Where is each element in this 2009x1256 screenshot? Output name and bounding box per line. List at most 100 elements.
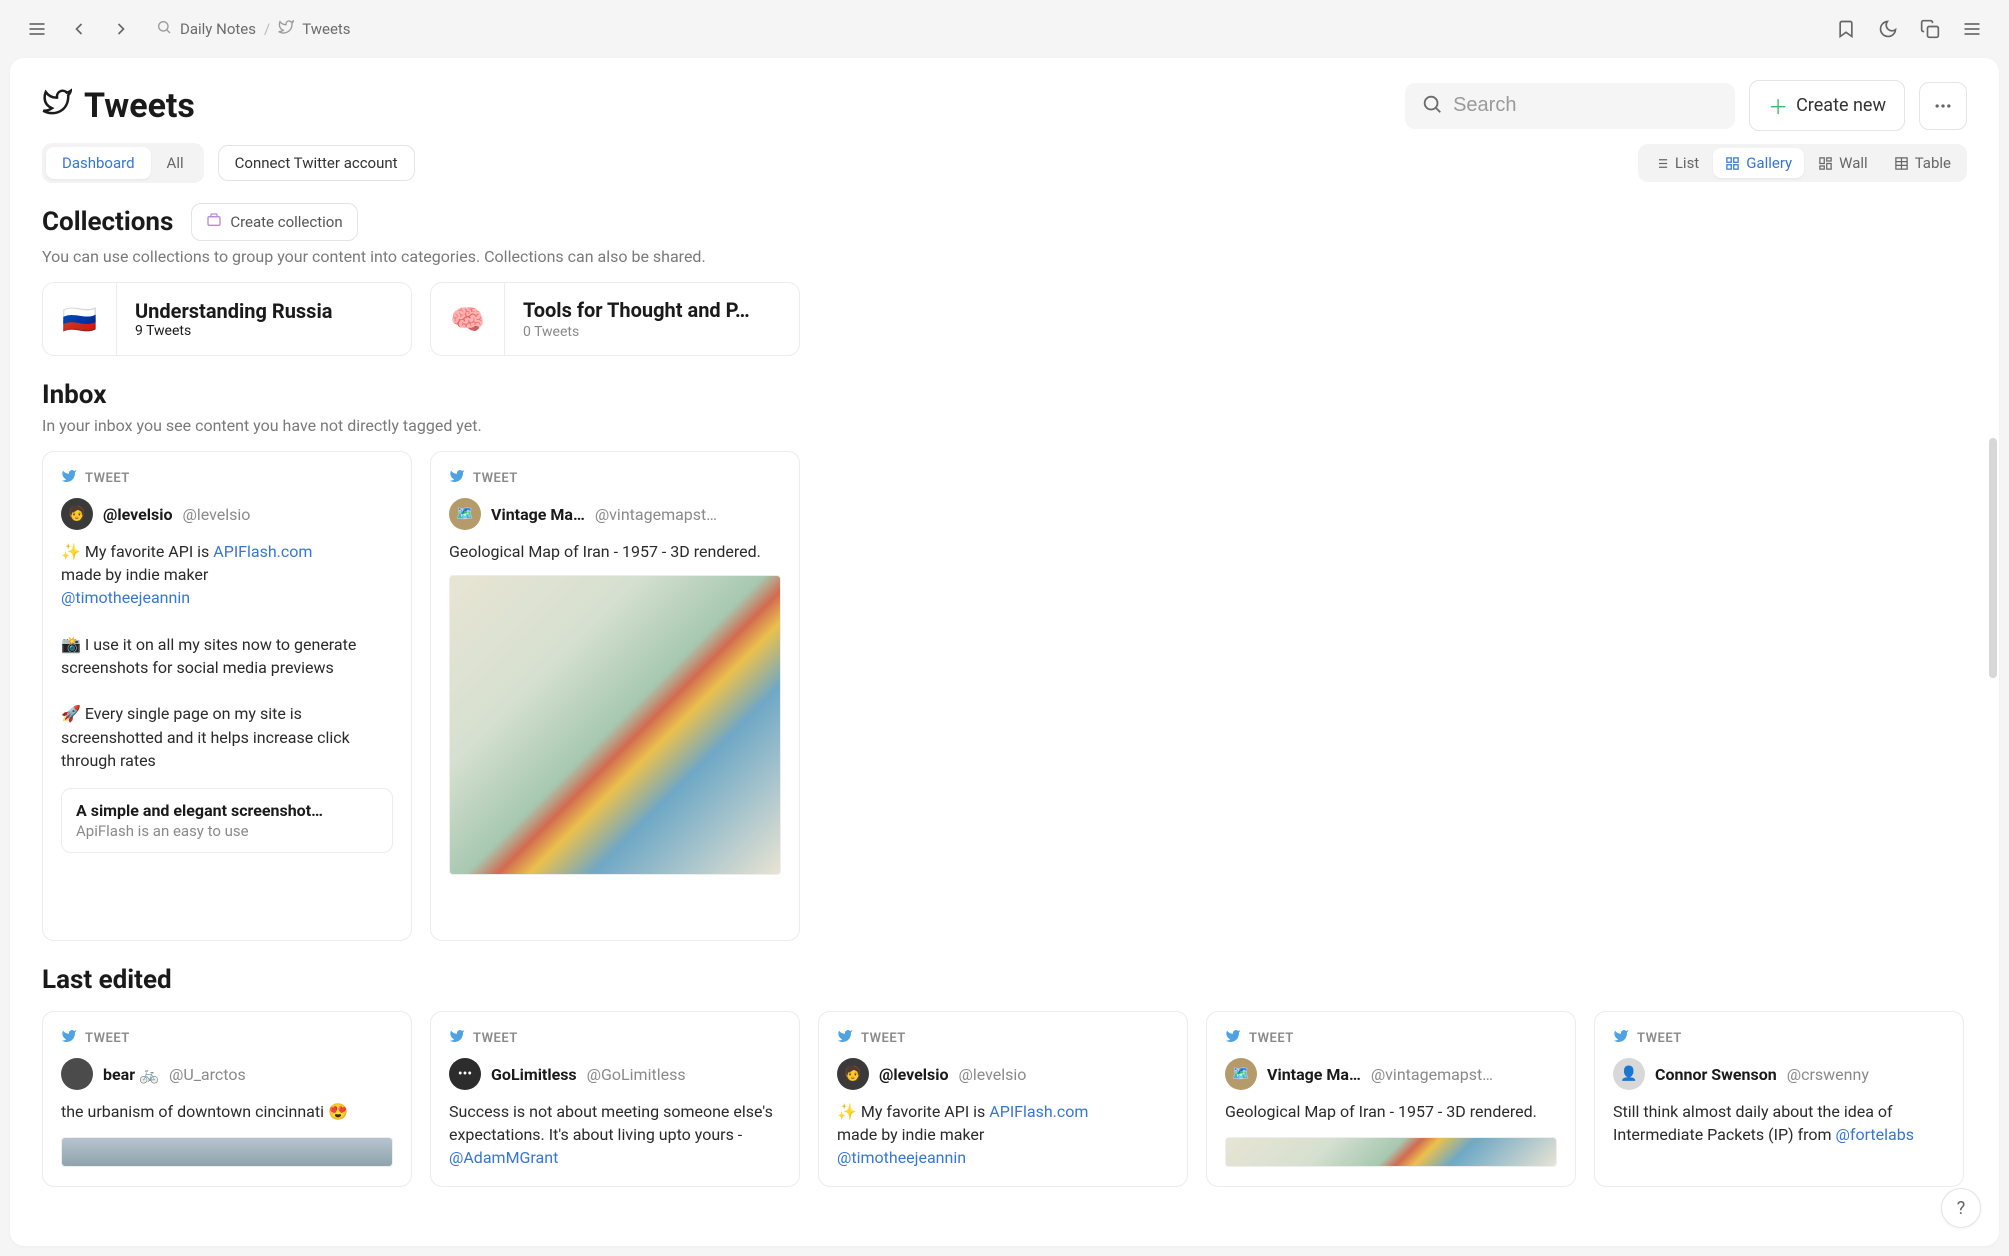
- tweet-link[interactable]: @timotheejeannin: [837, 1148, 966, 1167]
- last-edited-title: Last edited: [42, 965, 172, 995]
- back-icon[interactable]: [62, 12, 96, 46]
- tweet-body: Success is not about meeting someone els…: [449, 1100, 781, 1170]
- create-new-label: Create new: [1796, 95, 1886, 116]
- tweet-link[interactable]: @fortelabs: [1836, 1125, 1914, 1144]
- tweet-body: the urbanism of downtown cincinnati 😍: [61, 1100, 393, 1123]
- create-collection-label: Create collection: [230, 213, 342, 231]
- forward-icon[interactable]: [104, 12, 138, 46]
- menu-icon[interactable]: [20, 12, 54, 46]
- collection-count: 0 Tweets: [523, 324, 750, 340]
- card-type-label: TWEET: [85, 471, 130, 486]
- connect-twitter-button[interactable]: Connect Twitter account: [218, 145, 415, 181]
- copy-icon[interactable]: [1913, 12, 1947, 46]
- bookmark-icon[interactable]: [1829, 12, 1863, 46]
- collection-card[interactable]: 🧠 Tools for Thought and P… 0 Tweets: [430, 282, 800, 356]
- twitter-icon: [1613, 1028, 1629, 1048]
- user-name: @levelsio: [103, 505, 172, 524]
- twitter-icon: [61, 1028, 77, 1048]
- search-input[interactable]: [1453, 94, 1719, 117]
- collection-title: Understanding Russia: [135, 299, 332, 323]
- create-new-button[interactable]: ＋ Create new: [1749, 80, 1905, 131]
- twitter-icon: [61, 468, 77, 488]
- user-name: Vintage Ma…: [1267, 1065, 1361, 1084]
- card-type-label: TWEET: [1637, 1031, 1682, 1046]
- tweet-image: [61, 1137, 393, 1167]
- card-type-label: TWEET: [473, 471, 518, 486]
- inbox-subtitle: In your inbox you see content you have n…: [42, 416, 1967, 435]
- create-collection-button[interactable]: Create collection: [191, 203, 357, 241]
- twitter-icon: [837, 1028, 853, 1048]
- tweet-body: Geological Map of Iran - 1957 - 3D rende…: [449, 540, 781, 563]
- user-handle: @crswenny: [1787, 1065, 1869, 1084]
- user-handle: @GoLimitless: [587, 1065, 686, 1084]
- collection-count: 9 Tweets: [135, 323, 332, 339]
- avatar: 🧑: [837, 1058, 869, 1090]
- breadcrumb-current: Tweets: [302, 20, 350, 38]
- avatar: 👤: [1613, 1058, 1645, 1090]
- collection-title: Tools for Thought and P…: [523, 298, 750, 322]
- tweet-card[interactable]: TWEET 🧑 @levelsio @levelsio ✨ My favorite …: [818, 1011, 1188, 1187]
- tweet-link[interactable]: @timotheejeannin: [61, 588, 190, 607]
- view-wall-label: Wall: [1839, 154, 1868, 172]
- scrollbar[interactable]: [1989, 438, 1997, 678]
- twitter-icon: [278, 19, 294, 39]
- tweet-link[interactable]: APIFlash.com: [989, 1102, 1088, 1121]
- inbox-title: Inbox: [42, 380, 106, 410]
- view-gallery-label: Gallery: [1746, 154, 1792, 172]
- card-type-label: TWEET: [473, 1031, 518, 1046]
- twitter-icon: [1225, 1028, 1241, 1048]
- user-name: Vintage Ma…: [491, 505, 585, 524]
- user-handle: @levelsio: [182, 505, 250, 524]
- tweet-link[interactable]: APIFlash.com: [213, 542, 312, 561]
- tab-dashboard[interactable]: Dashboard: [46, 147, 151, 179]
- card-type-label: TWEET: [1249, 1031, 1294, 1046]
- options-icon[interactable]: [1955, 12, 1989, 46]
- user-handle: @U_arctos: [169, 1065, 246, 1084]
- tweet-body: ✨ My favorite API is APIFlash.commade by…: [837, 1100, 1169, 1170]
- more-button[interactable]: [1919, 82, 1967, 130]
- collection-emoji: 🇷🇺: [43, 283, 117, 355]
- collection-icon: [206, 212, 222, 232]
- page-title: Tweets: [84, 86, 195, 126]
- user-name: bear 🚲: [103, 1065, 159, 1084]
- avatar: 🗺️: [1225, 1058, 1257, 1090]
- tweet-link[interactable]: @AdamMGrant: [449, 1148, 558, 1167]
- dark-mode-icon[interactable]: [1871, 12, 1905, 46]
- avatar: [61, 1058, 93, 1090]
- user-handle: @vintagemapst…: [1371, 1065, 1493, 1084]
- collections-title: Collections: [42, 207, 173, 237]
- card-type-label: TWEET: [85, 1031, 130, 1046]
- avatar: 🗺️: [449, 498, 481, 530]
- tweet-card[interactable]: TWEET bear 🚲 @U_arctos the urbanism of do…: [42, 1011, 412, 1187]
- twitter-icon: [449, 1028, 465, 1048]
- collection-card[interactable]: 🇷🇺 Understanding Russia 9 Tweets: [42, 282, 412, 356]
- tweet-card[interactable]: TWEET 🗺️ Vintage Ma… @vintagemapst… Geolog…: [1206, 1011, 1576, 1187]
- user-handle: @levelsio: [958, 1065, 1026, 1084]
- tab-all[interactable]: All: [151, 147, 200, 179]
- tweet-image: [1225, 1137, 1557, 1167]
- tweet-card[interactable]: TWEET •••GoLimitless@GoLimitless Success…: [430, 1011, 800, 1187]
- breadcrumb-sep: /: [264, 20, 270, 38]
- help-button[interactable]: ?: [1941, 1188, 1981, 1228]
- view-gallery[interactable]: Gallery: [1713, 148, 1804, 178]
- view-list[interactable]: List: [1642, 148, 1711, 178]
- user-name: GoLimitless: [491, 1065, 577, 1084]
- twitter-icon: [449, 468, 465, 488]
- view-table-label: Table: [1915, 154, 1951, 172]
- user-handle: @vintagemapst…: [595, 505, 717, 524]
- view-wall[interactable]: Wall: [1806, 148, 1880, 178]
- quoted-sub: ApiFlash is an easy to use: [76, 822, 378, 840]
- breadcrumb-parent[interactable]: Daily Notes: [180, 20, 256, 38]
- search-box[interactable]: [1405, 83, 1735, 129]
- quoted-card[interactable]: A simple and elegant screenshot… ApiFlas…: [61, 788, 393, 853]
- tweet-card[interactable]: TWEET 🗺️ Vintage Ma… @vintagemapst… Geol…: [430, 451, 800, 941]
- view-list-label: List: [1675, 154, 1699, 172]
- card-type-label: TWEET: [861, 1031, 906, 1046]
- tweet-card[interactable]: TWEET 👤Connor Swenson@crswenny Still thi…: [1594, 1011, 1964, 1187]
- tweet-body: Geological Map of Iran - 1957 - 3D rende…: [1225, 1100, 1557, 1123]
- twitter-icon: [42, 86, 72, 126]
- view-table[interactable]: Table: [1882, 148, 1963, 178]
- search-small-icon: [156, 19, 172, 39]
- tweet-card[interactable]: TWEET 🧑 @levelsio @levelsio ✨ My favorit…: [42, 451, 412, 941]
- user-name: @levelsio: [879, 1065, 948, 1084]
